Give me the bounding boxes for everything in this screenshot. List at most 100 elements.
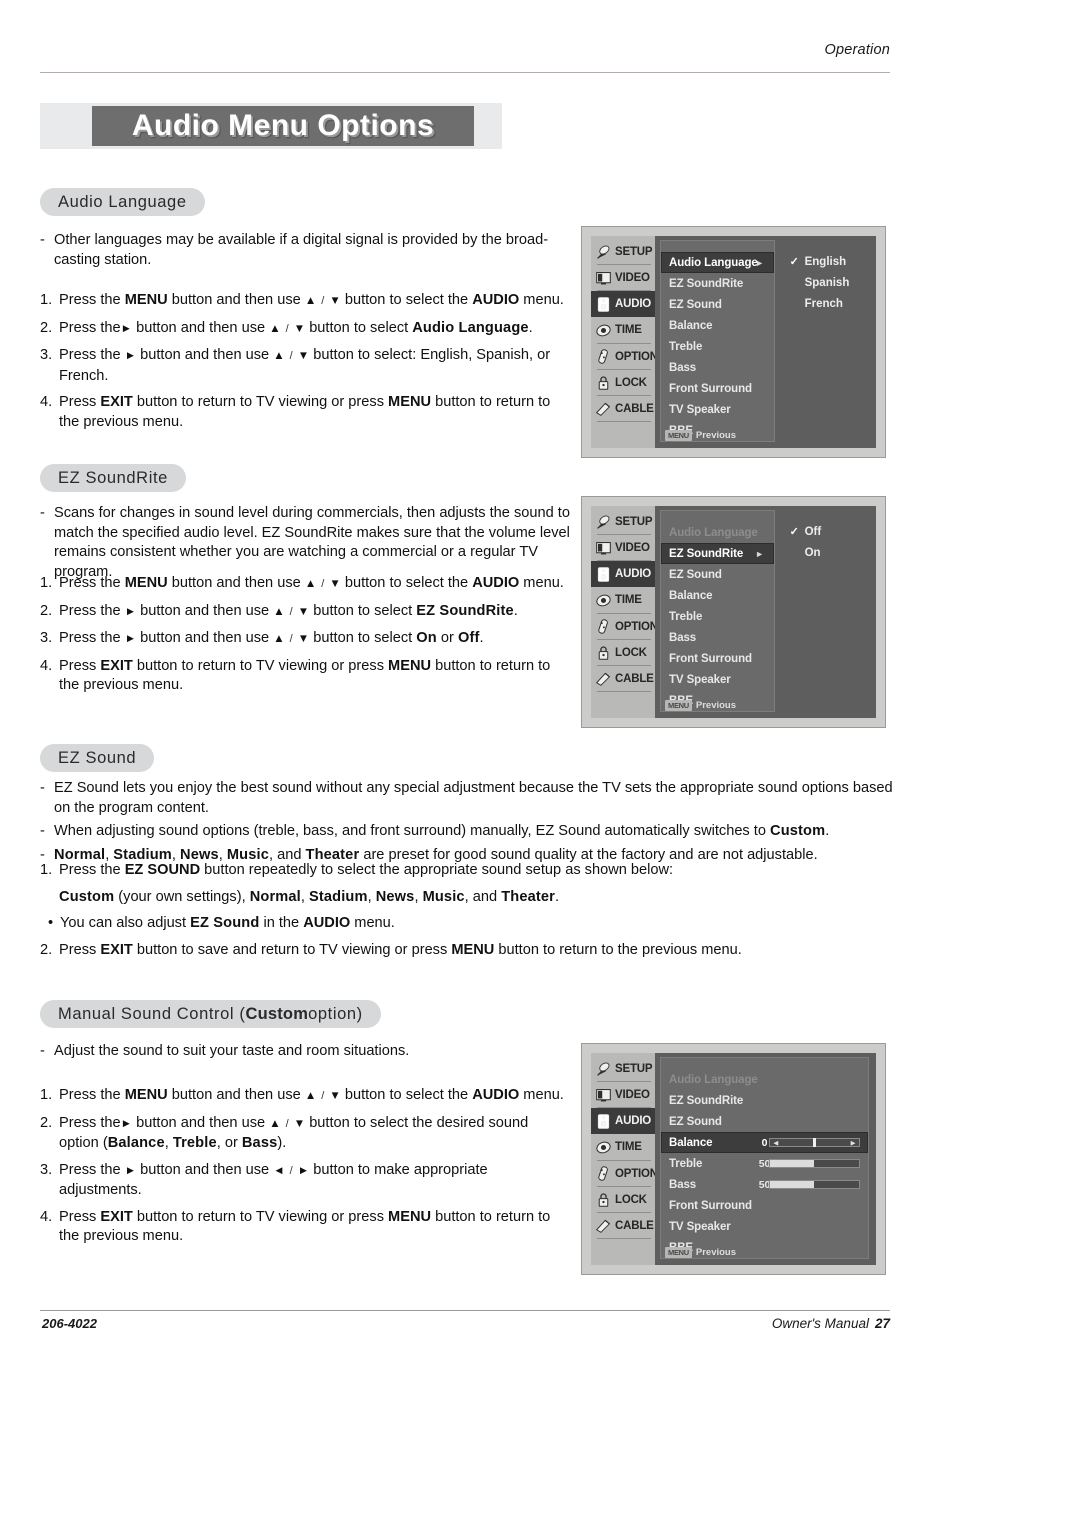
osd-menu-item-label: EZ SoundRite: [669, 547, 744, 560]
numbered-step: 2. Press the ► button and then use ▲ / ▼ …: [40, 602, 570, 623]
osd-rail-item-audio[interactable]: AUDIO: [591, 1108, 655, 1135]
osd-slider-track[interactable]: ◄ ►: [768, 1138, 860, 1147]
osd-menu-item-front-surround[interactable]: Front Surround: [661, 648, 774, 669]
osd-menu-item-audio-language[interactable]: Audio Language ►: [661, 252, 774, 273]
osd-menu-item-label: Front Surround: [669, 382, 752, 395]
clock-icon: [595, 1139, 612, 1156]
osd-menu-item-bass[interactable]: Bass 50: [661, 1174, 868, 1195]
step-marker: 3.: [40, 347, 53, 363]
osd-menu-item-ez-soundrite[interactable]: EZ SoundRite ►: [661, 543, 774, 564]
osd-rail-item-video[interactable]: VIDEO: [591, 265, 655, 292]
osd-menu-item-treble[interactable]: Treble 50: [661, 1153, 868, 1174]
osd-rail-item-audio[interactable]: AUDIO: [591, 561, 655, 588]
osd-rail-item-setup[interactable]: SETUP: [591, 509, 655, 536]
osd-menu-item-treble[interactable]: Treble: [661, 336, 774, 357]
osd-option-english[interactable]: ✓ English: [784, 251, 872, 272]
slider-left-arrow-icon[interactable]: ◄: [772, 1138, 780, 1147]
heading-custom-emphasis: Custom: [245, 1004, 309, 1023]
osd-menu-item-balance[interactable]: Balance: [661, 585, 774, 606]
step-marker: 2.: [40, 602, 53, 619]
osd-rail-item-setup[interactable]: SETUP: [591, 239, 655, 266]
osd-rail-item-option[interactable]: OPTION: [591, 344, 658, 370]
osd-rail-label: AUDIO: [615, 1115, 652, 1128]
osd-slider-track[interactable]: [768, 1159, 860, 1168]
osd-rail-item-cable[interactable]: CABLE: [591, 396, 655, 422]
osd-rail-item-cable[interactable]: CABLE: [591, 666, 655, 692]
numbered-step: 1. Press the MENU button and then use ▲ /…: [40, 574, 570, 595]
osd-menu-item-tv-speaker[interactable]: TV Speaker: [661, 399, 774, 420]
osd-menu-item-audio-language[interactable]: Audio Language: [661, 1069, 868, 1090]
step-text: Press EXIT button to return to TV viewin…: [59, 394, 551, 430]
osd-rail-item-lock[interactable]: LOCK: [591, 1187, 655, 1213]
osd-rail-item-lock[interactable]: LOCK: [591, 640, 655, 666]
osd-rail-item-time[interactable]: TIME: [591, 1134, 655, 1161]
osd-rail-item-lock[interactable]: LOCK: [591, 370, 655, 396]
osd-rail-item-option[interactable]: OPTION: [591, 614, 658, 640]
numbered-step: 4. Press EXIT button to return to TV view…: [40, 1208, 570, 1247]
dash-marker: -: [40, 232, 45, 248]
osd-menu-item-bass[interactable]: Bass: [661, 627, 774, 648]
step-marker: 3.: [40, 630, 53, 646]
osd-menu-item-label: Treble: [669, 610, 703, 623]
osd-menu-item-ez-sound[interactable]: EZ Sound: [661, 564, 774, 585]
numbered-step: 1. Press the MENU button and then use ▲ /…: [40, 291, 570, 312]
osd-menu-item-front-surround[interactable]: Front Surround: [661, 378, 774, 399]
osd-category-rail: SETUP VIDEO AUDIO TIME OPTION LOCK CABLE: [591, 1053, 658, 1265]
monitor-icon: [595, 1087, 612, 1104]
osd-menu-item-label: Bass: [669, 631, 697, 644]
osd-menu-list: Audio Language ► EZ SoundRite EZ Sound Balan…: [660, 240, 775, 442]
osd-rail-item-setup[interactable]: SETUP: [591, 1056, 655, 1083]
osd-screenshot-audio-language: SETUP VIDEO AUDIO TIME OPTION LOCK CABLE Audio…: [581, 226, 886, 458]
speaker-icon: [595, 1113, 612, 1130]
slider-right-arrow-icon[interactable]: ►: [849, 1138, 857, 1147]
osd-category-rail: SETUP VIDEO AUDIO TIME OPTION LOCK CABLE: [591, 236, 658, 448]
osd-rail-item-time[interactable]: TIME: [591, 317, 655, 344]
osd-rail-label: LOCK: [615, 376, 647, 389]
osd-menu-item-ez-soundrite[interactable]: EZ SoundRite: [661, 1090, 868, 1111]
osd-menu-item-label: Audio Language: [669, 256, 758, 269]
plug-icon: [595, 1217, 612, 1234]
osd-option-french[interactable]: French: [784, 293, 872, 314]
osd-rail-label: OPTION: [615, 1167, 658, 1180]
osd-menu-item-treble[interactable]: Treble: [661, 606, 774, 627]
osd-slider-value: 0: [761, 1136, 768, 1149]
previous-label: Previous: [695, 700, 737, 711]
monitor-icon: [595, 270, 612, 287]
osd-menu-item-front-surround[interactable]: Front Surround: [661, 1195, 868, 1216]
step-marker: 2.: [40, 1114, 53, 1131]
osd-menu-item-label: Front Surround: [669, 1199, 752, 1212]
step-marker: 1.: [40, 1087, 53, 1103]
previous-label: Previous: [695, 430, 737, 441]
osd-menu-item-label: Treble: [669, 1157, 703, 1170]
osd-menu-item-bass[interactable]: Bass: [661, 357, 774, 378]
osd-rail-item-time[interactable]: TIME: [591, 587, 655, 614]
osd-menu-item-label: Balance: [669, 589, 713, 602]
osd-option-off[interactable]: ✓ Off: [784, 521, 872, 542]
osd-rail-item-video[interactable]: VIDEO: [591, 1082, 655, 1109]
osd-menu-item-audio-language[interactable]: Audio Language: [661, 522, 774, 543]
osd-menu-item-ez-sound[interactable]: EZ Sound: [661, 294, 774, 315]
osd-rail-item-option[interactable]: OPTION: [591, 1161, 658, 1187]
osd-option-on[interactable]: On: [784, 542, 872, 563]
osd-option-spanish[interactable]: Spanish: [784, 272, 872, 293]
osd-menu-item-balance[interactable]: Balance 0 ◄ ►: [661, 1132, 868, 1153]
osd-options-top-spacer: [784, 240, 872, 251]
osd-menu-item-ez-soundrite[interactable]: EZ SoundRite: [661, 273, 774, 294]
osd-slider-knob[interactable]: [812, 1138, 816, 1147]
osd-rail-item-video[interactable]: VIDEO: [591, 535, 655, 562]
osd-previous-hint: MENU Previous: [665, 1247, 736, 1258]
osd-menu-item-tv-speaker[interactable]: TV Speaker: [661, 669, 774, 690]
osd-menu-item-tv-speaker[interactable]: TV Speaker: [661, 1216, 868, 1237]
osd-menu-item-balance[interactable]: Balance: [661, 315, 774, 336]
osd-rail-item-cable[interactable]: CABLE: [591, 1213, 655, 1239]
osd-rail-label: OPTION: [615, 620, 658, 633]
clock-icon: [595, 592, 612, 609]
note-text: When adjusting sound options (treble, ba…: [54, 823, 830, 839]
numbered-step: 2. Press EXIT button to save and return t…: [40, 941, 895, 961]
step-text: Press the ► button and then use ▲ / ▼ bu…: [59, 347, 551, 384]
osd-menu-item-label: Bass: [669, 361, 697, 374]
osd-menu-item-ez-sound[interactable]: EZ Sound: [661, 1111, 868, 1132]
osd-slider-track[interactable]: [768, 1180, 860, 1189]
osd-rail-item-audio[interactable]: AUDIO: [591, 291, 655, 318]
step-marker: 1.: [40, 575, 53, 591]
